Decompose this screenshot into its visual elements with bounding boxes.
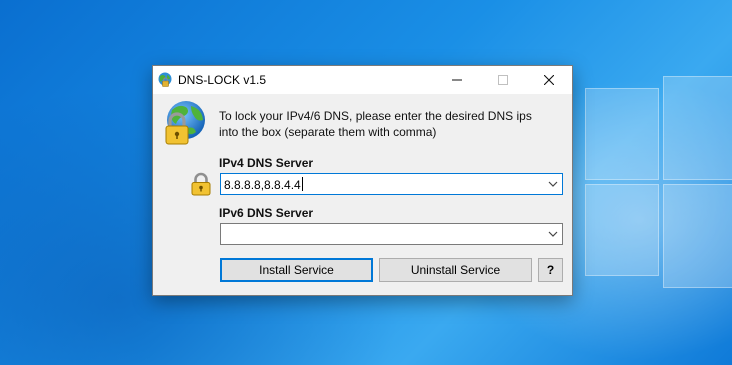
text-caret [301,177,303,191]
ipv4-label: IPv4 DNS Server [219,156,314,170]
instruction-line-1: To lock your IPv4/6 DNS, please enter th… [219,109,532,123]
instructions-text: To lock your IPv4/6 DNS, please enter th… [219,109,564,140]
windows-logo-wallpaper [565,60,732,360]
maximize-button[interactable] [480,66,526,94]
globe-lock-icon [165,101,205,145]
minimize-button[interactable] [434,66,480,94]
close-icon [544,75,554,85]
ipv6-label: IPv6 DNS Server [219,206,314,220]
install-service-button[interactable]: Install Service [220,258,373,282]
help-button[interactable]: ? [538,258,563,282]
maximize-icon [498,75,508,85]
close-button[interactable] [526,66,572,94]
padlock-icon [191,172,211,196]
dns-lock-window: DNS-LOCK v1.5 To lock your IPv4/6 DNS, p… [152,65,573,296]
minimize-icon [452,79,462,81]
instruction-line-2: into the box (separate them with comma) [219,124,437,139]
uninstall-service-button[interactable]: Uninstall Service [379,258,532,282]
ipv4-dns-value[interactable]: 8.8.8.8,8.8.4.4 [224,177,303,192]
title-bar[interactable]: DNS-LOCK v1.5 [153,66,572,94]
ipv4-dns-combobox[interactable]: 8.8.8.8,8.8.4.4 [220,173,563,195]
globe-lock-icon [158,72,172,87]
window-title: DNS-LOCK v1.5 [178,73,267,87]
chevron-down-icon[interactable] [548,180,558,188]
ipv6-dns-combobox[interactable] [220,223,563,245]
chevron-down-icon[interactable] [548,230,558,238]
